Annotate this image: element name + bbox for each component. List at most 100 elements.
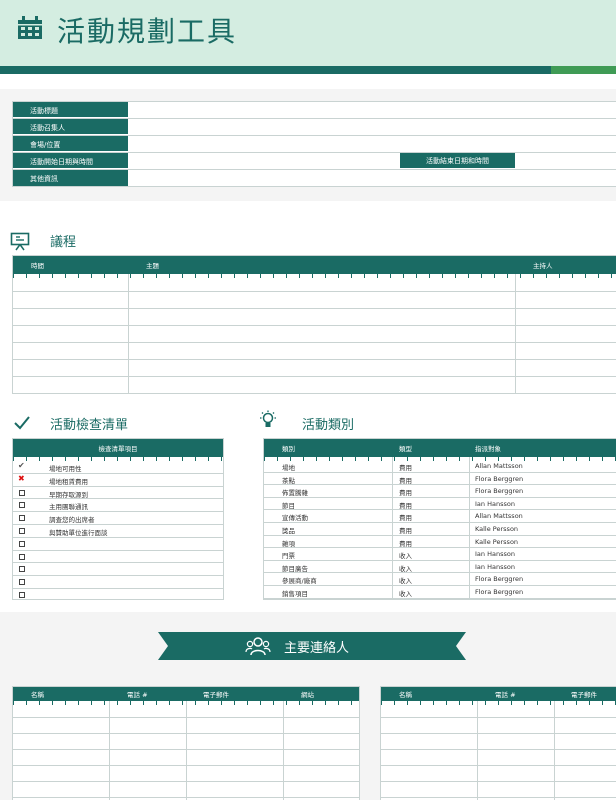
contacts-left-col-phone: 電話 #	[127, 691, 148, 699]
category-cell-assignee: Ian Hansson	[475, 550, 515, 559]
category-cell-type: 收入	[399, 577, 412, 586]
checklist-row[interactable]	[13, 588, 223, 589]
contact-row[interactable]	[13, 781, 359, 782]
category-row[interactable]	[264, 496, 616, 498]
category-row[interactable]	[264, 522, 616, 523]
checklist-row[interactable]	[13, 524, 223, 525]
contacts-left-col-email: 電子郵件	[203, 691, 229, 699]
contact-row[interactable]	[381, 797, 616, 798]
checklist-row[interactable]	[13, 511, 223, 513]
category-cell-category: 銷售項目	[282, 590, 308, 598]
contact-row[interactable]	[381, 733, 616, 734]
checkbox[interactable]	[19, 515, 25, 522]
event-organizer-row[interactable]: 活動召集人	[13, 119, 616, 136]
category-row[interactable]	[264, 484, 616, 486]
contacts-table-left: 名稱 電話 # 電子郵件 網站	[12, 686, 360, 800]
category-cell-type: 收入	[399, 552, 412, 561]
checkbox[interactable]	[19, 502, 25, 509]
agenda-row[interactable]	[13, 325, 616, 326]
checkbox[interactable]	[19, 592, 25, 598]
category-row[interactable]	[264, 471, 616, 473]
checklist-row[interactable]	[13, 562, 223, 564]
checklist-item-text: 場地租賃費用	[49, 477, 88, 486]
checklist-row[interactable]	[13, 485, 223, 487]
category-cell-category: 宣傳活動	[282, 514, 308, 523]
event-title-label: 活動標題	[13, 102, 128, 118]
checklist-row[interactable]	[13, 498, 223, 500]
category-row[interactable]	[264, 585, 616, 586]
checkmark-icon	[14, 416, 30, 430]
checklist-item-text: 早期存取源到	[49, 490, 88, 499]
contacts-col-divider	[283, 701, 284, 800]
category-cell-category: 獎品	[282, 527, 295, 535]
category-cell-category: 雜項	[282, 539, 295, 548]
category-cell-assignee: Ian Hansson	[475, 562, 515, 571]
checkbox[interactable]	[19, 579, 25, 586]
category-cell-type: 收入	[399, 590, 412, 598]
category-cell-category: 佈置騰雜	[282, 489, 308, 498]
checklist-title: 活動檢查清單	[50, 418, 129, 433]
checklist-row[interactable]	[13, 549, 223, 551]
agenda-row[interactable]	[13, 376, 616, 377]
category-row[interactable]	[264, 534, 616, 536]
category-cell-category: 門票	[282, 552, 295, 561]
presentation-icon	[10, 232, 30, 251]
event-end-label: 活動結束日期和時間	[400, 153, 515, 168]
contact-row[interactable]	[381, 749, 616, 750]
checklist-row[interactable]	[13, 472, 223, 474]
contacts-left-col-website: 網站	[301, 691, 314, 699]
cross-icon[interactable]: ✖	[18, 474, 25, 483]
checkbox[interactable]	[19, 553, 25, 560]
event-other-label: 其他資訊	[13, 170, 128, 186]
category-row[interactable]	[264, 597, 616, 599]
contact-row[interactable]	[381, 765, 616, 766]
page-title: 活動規劃工具	[57, 15, 238, 48]
event-start-row[interactable]: 活動開始日期與時間	[13, 153, 616, 170]
check-icon[interactable]: ✔	[18, 462, 25, 470]
contact-row[interactable]	[13, 797, 359, 798]
category-row[interactable]	[264, 559, 616, 561]
checklist-row[interactable]	[13, 575, 223, 577]
categories-col-type: 類型	[399, 445, 412, 453]
agenda-row[interactable]	[13, 342, 616, 343]
contact-row[interactable]	[13, 733, 359, 734]
checkbox[interactable]	[19, 489, 25, 496]
event-title-row[interactable]: 活動標題	[13, 102, 616, 119]
category-cell-category: 節目	[282, 501, 295, 510]
event-organizer-label: 活動召集人	[13, 119, 128, 135]
category-cell-assignee: Flora Berggren	[475, 575, 524, 584]
lightbulb-icon	[260, 410, 276, 427]
contacts-right-col-name: 名稱	[399, 691, 412, 699]
contact-row[interactable]	[381, 717, 616, 718]
category-cell-assignee: Flora Berggren	[475, 487, 524, 496]
contact-row[interactable]	[13, 717, 359, 718]
agenda-row[interactable]	[13, 291, 616, 292]
agenda-col-time: 時間	[31, 262, 44, 270]
checklist-item-text: 調查您的出席者	[49, 516, 95, 525]
category-row[interactable]	[264, 572, 616, 574]
contacts-col-divider	[477, 701, 478, 800]
category-cell-type: 費用	[399, 489, 412, 498]
agenda-col-host: 主持人	[533, 262, 553, 270]
agenda-row[interactable]	[13, 308, 616, 309]
category-cell-type: 費用	[399, 539, 412, 548]
agenda-row[interactable]	[13, 359, 616, 360]
category-row[interactable]	[264, 547, 616, 549]
checkbox[interactable]	[19, 566, 25, 573]
event-info-table: 活動標題 活動召集人 會場/位置 活動開始日期與時間 其他資訊 活動結束日期和時…	[12, 101, 616, 187]
contact-row[interactable]	[13, 749, 359, 750]
contacts-left-header: 名稱 電話 # 電子郵件 網站	[13, 687, 359, 705]
category-row[interactable]	[264, 509, 616, 511]
event-other-row[interactable]: 其他資訊	[13, 170, 616, 186]
contact-row[interactable]	[13, 765, 359, 766]
calendar-icon	[18, 16, 42, 39]
contact-row[interactable]	[381, 781, 616, 782]
checklist-item-text: 場地可用性	[49, 465, 82, 473]
checkbox[interactable]	[19, 528, 25, 534]
checklist-row[interactable]	[13, 536, 223, 538]
contacts-right-col-phone: 電話 #	[495, 691, 516, 699]
checkbox[interactable]	[19, 540, 25, 547]
event-venue-row[interactable]: 會場/位置	[13, 136, 616, 153]
contacts-col-divider	[109, 701, 110, 800]
category-cell-assignee: Allan Mattsson	[475, 512, 523, 521]
